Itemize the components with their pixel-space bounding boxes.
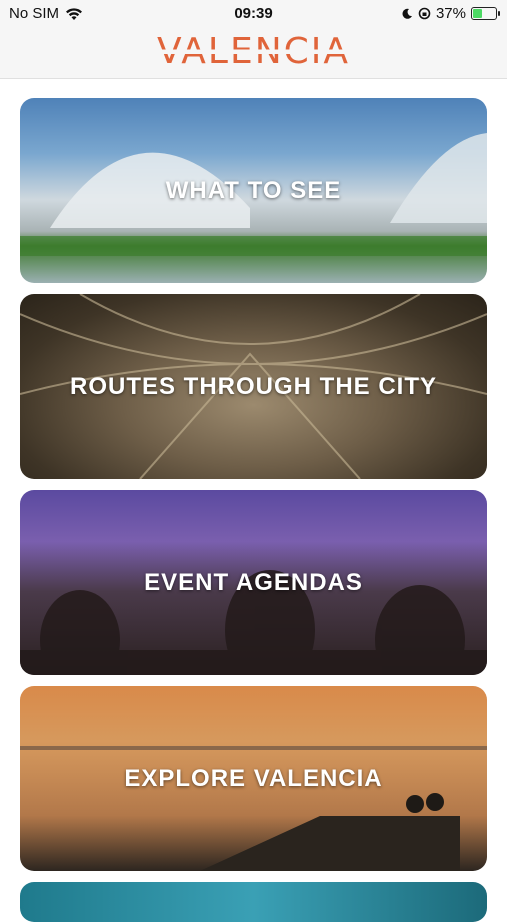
status-right: 37% (401, 5, 500, 22)
moon-icon (402, 8, 412, 19)
card-label: WHAT TO SEE (165, 176, 342, 204)
card-label: EXPLORE VALENCIA (124, 764, 383, 792)
battery-percent: 37% (435, 5, 466, 22)
valencia-logo: VALENCIA (0, 30, 507, 74)
app-header: VALENCIA (0, 28, 507, 79)
card-label: ROUTES THROUGH THE CITY (69, 372, 437, 400)
status-bar: No SIM 09:39 37% (0, 0, 507, 28)
battery-icon (471, 7, 500, 20)
card-what-to-see[interactable]: WHAT TO SEE (20, 98, 487, 283)
card-next[interactable] (20, 882, 487, 922)
card-explore-valencia[interactable]: EXPLORE VALENCIA (20, 686, 487, 871)
card-routes[interactable]: ROUTES THROUGH THE CITY (20, 294, 487, 479)
category-list: WHAT TO SEE ROUTES THROUGH THE CITY EVEN… (20, 98, 487, 922)
card-image (20, 882, 487, 922)
orientation-lock-icon (418, 7, 431, 20)
card-event-agendas[interactable]: EVENT AGENDAS (20, 490, 487, 675)
card-label: EVENT AGENDAS (144, 568, 363, 596)
